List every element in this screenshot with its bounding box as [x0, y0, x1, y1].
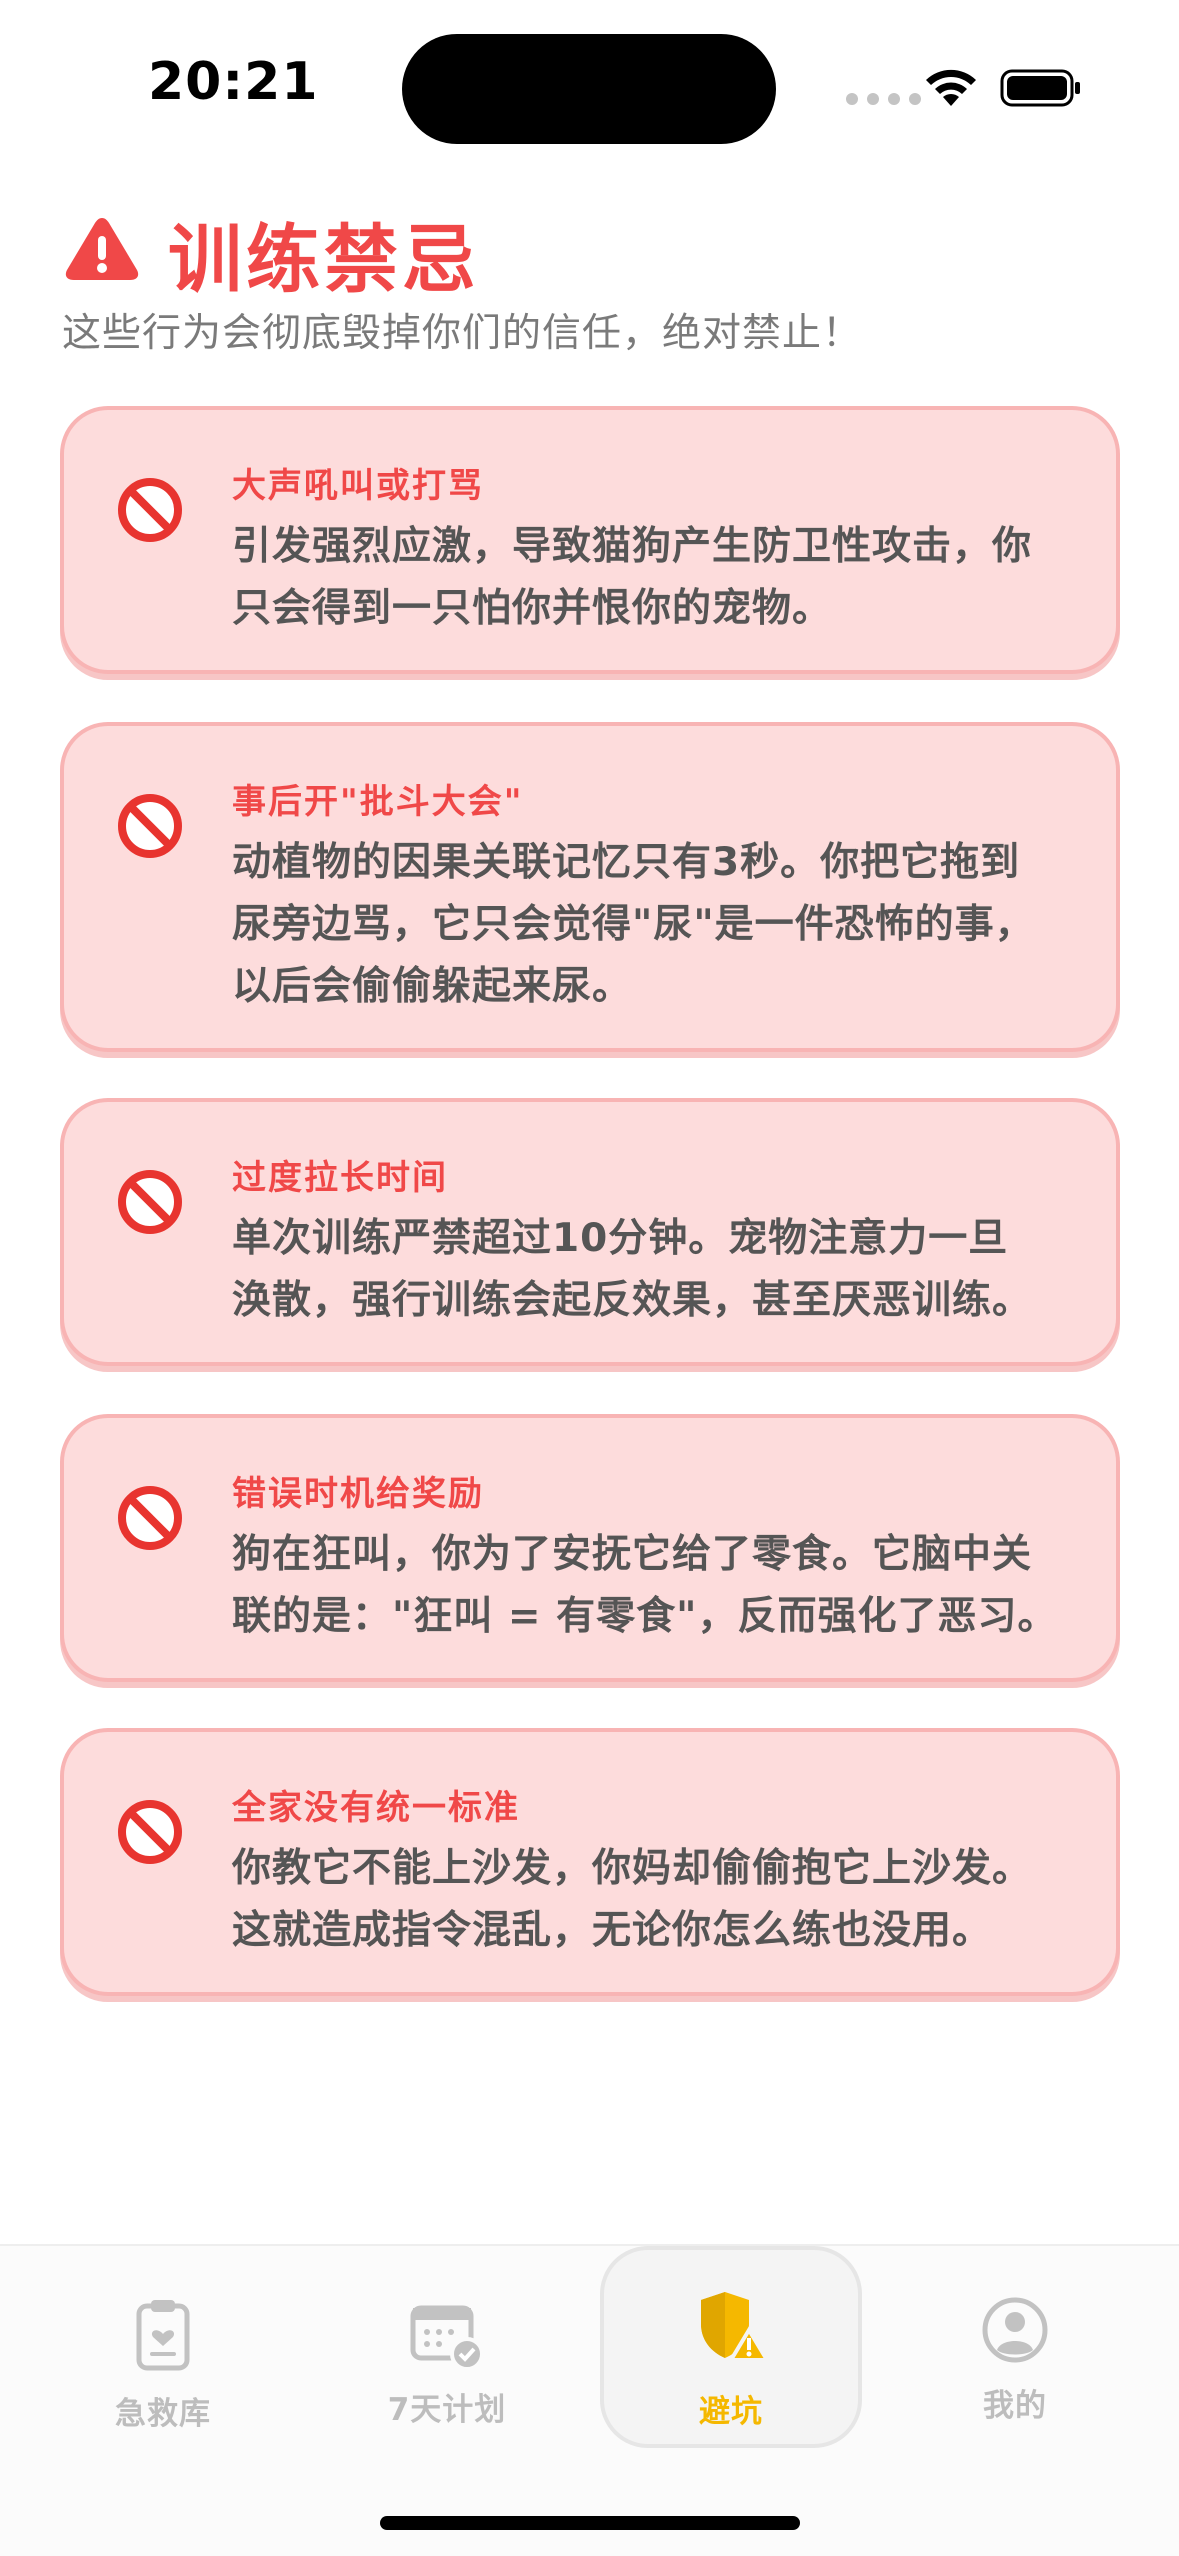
tab-label: 避坑 — [699, 2394, 763, 2430]
calendar-check-icon — [410, 2305, 484, 2371]
cellular-signal-icon — [846, 93, 921, 105]
home-indicator — [380, 2516, 800, 2530]
dynamic-island — [402, 34, 776, 144]
battery-icon — [1000, 69, 1080, 107]
taboo-title: 大声吼叫或打骂 — [232, 466, 484, 506]
tab-bar: 急救库 7天计划 避坑 我的 — [0, 2244, 1179, 2556]
taboo-card: 过度拉长时间 单次训练严禁超过10分钟。宠物注意力一旦 涣散，强行训练会起反效果… — [60, 1098, 1120, 1366]
page-subtitle: 这些行为会彻底毁掉你们的信任，绝对禁止！ — [62, 311, 863, 356]
taboo-title: 事后开"批斗大会" — [232, 782, 524, 822]
taboo-description: 动植物的因果关联记忆只有3秒。你把它拖到 尿旁边骂，它只会觉得"尿"是一件恐怖的… — [232, 840, 1035, 1009]
taboo-card: 全家没有统一标准 你教它不能上沙发，你妈却偷偷抱它上沙发。 这就造成指令混乱，无… — [60, 1728, 1120, 1996]
taboo-card: 事后开"批斗大会" 动植物的因果关联记忆只有3秒。你把它拖到 尿旁边骂，它只会觉… — [60, 722, 1120, 1052]
prohibited-icon — [118, 478, 182, 542]
taboo-title: 错误时机给奖励 — [232, 1474, 484, 1514]
tab-label: 急救库 — [115, 2396, 211, 2432]
prohibited-icon — [118, 1800, 182, 1864]
clipboard-heart-icon — [136, 2300, 190, 2371]
page-title: 训练禁忌 — [168, 217, 480, 303]
shield-warning-icon — [701, 2292, 771, 2362]
taboo-card: 大声吼叫或打骂 引发强烈应激，导致猫狗产生防卫性攻击，你 只会得到一只怕你并恨你… — [60, 406, 1120, 674]
taboo-title: 过度拉长时间 — [232, 1158, 448, 1198]
taboo-description: 单次训练严禁超过10分钟。宠物注意力一旦 涣散，强行训练会起反效果，甚至厌恶训练… — [232, 1216, 1033, 1323]
tab-label: 7天计划 — [387, 2392, 507, 2428]
taboo-title: 全家没有统一标准 — [232, 1788, 520, 1828]
taboo-card: 错误时机给奖励 狗在狂叫，你为了安抚它给了零食。它脑中关 联的是："狂叫 = 有… — [60, 1414, 1120, 1682]
tab-first-aid[interactable]: 急救库 — [28, 2246, 298, 2466]
prohibited-icon — [118, 1486, 182, 1550]
tab-label: 我的 — [983, 2388, 1047, 2424]
tab-avoid-pitfalls[interactable]: 避坑 — [600, 2246, 862, 2448]
tab-profile[interactable]: 我的 — [880, 2246, 1150, 2466]
prohibited-icon — [118, 1170, 182, 1234]
warning-triangle-icon — [65, 218, 139, 280]
taboo-description: 你教它不能上沙发，你妈却偷偷抱它上沙发。 这就造成指令混乱，无论你怎么练也没用。 — [232, 1846, 1033, 1953]
tab-7-day-plan[interactable]: 7天计划 — [312, 2246, 582, 2466]
taboo-description: 狗在狂叫，你为了安抚它给了零食。它脑中关 联的是："狂叫 = 有零食"，反而强化… — [232, 1532, 1058, 1639]
taboo-description: 引发强烈应激，导致猫狗产生防卫性攻击，你 只会得到一只怕你并恨你的宠物。 — [232, 524, 1033, 631]
person-circle-icon — [982, 2297, 1048, 2363]
status-time: 20:21 — [148, 52, 319, 112]
screen: 20:21 训练禁忌 这些行为会彻底毁掉你们的信任，绝对禁止！ 大声吼叫或打骂 … — [0, 0, 1179, 2556]
wifi-icon — [926, 69, 976, 106]
prohibited-icon — [118, 794, 182, 858]
